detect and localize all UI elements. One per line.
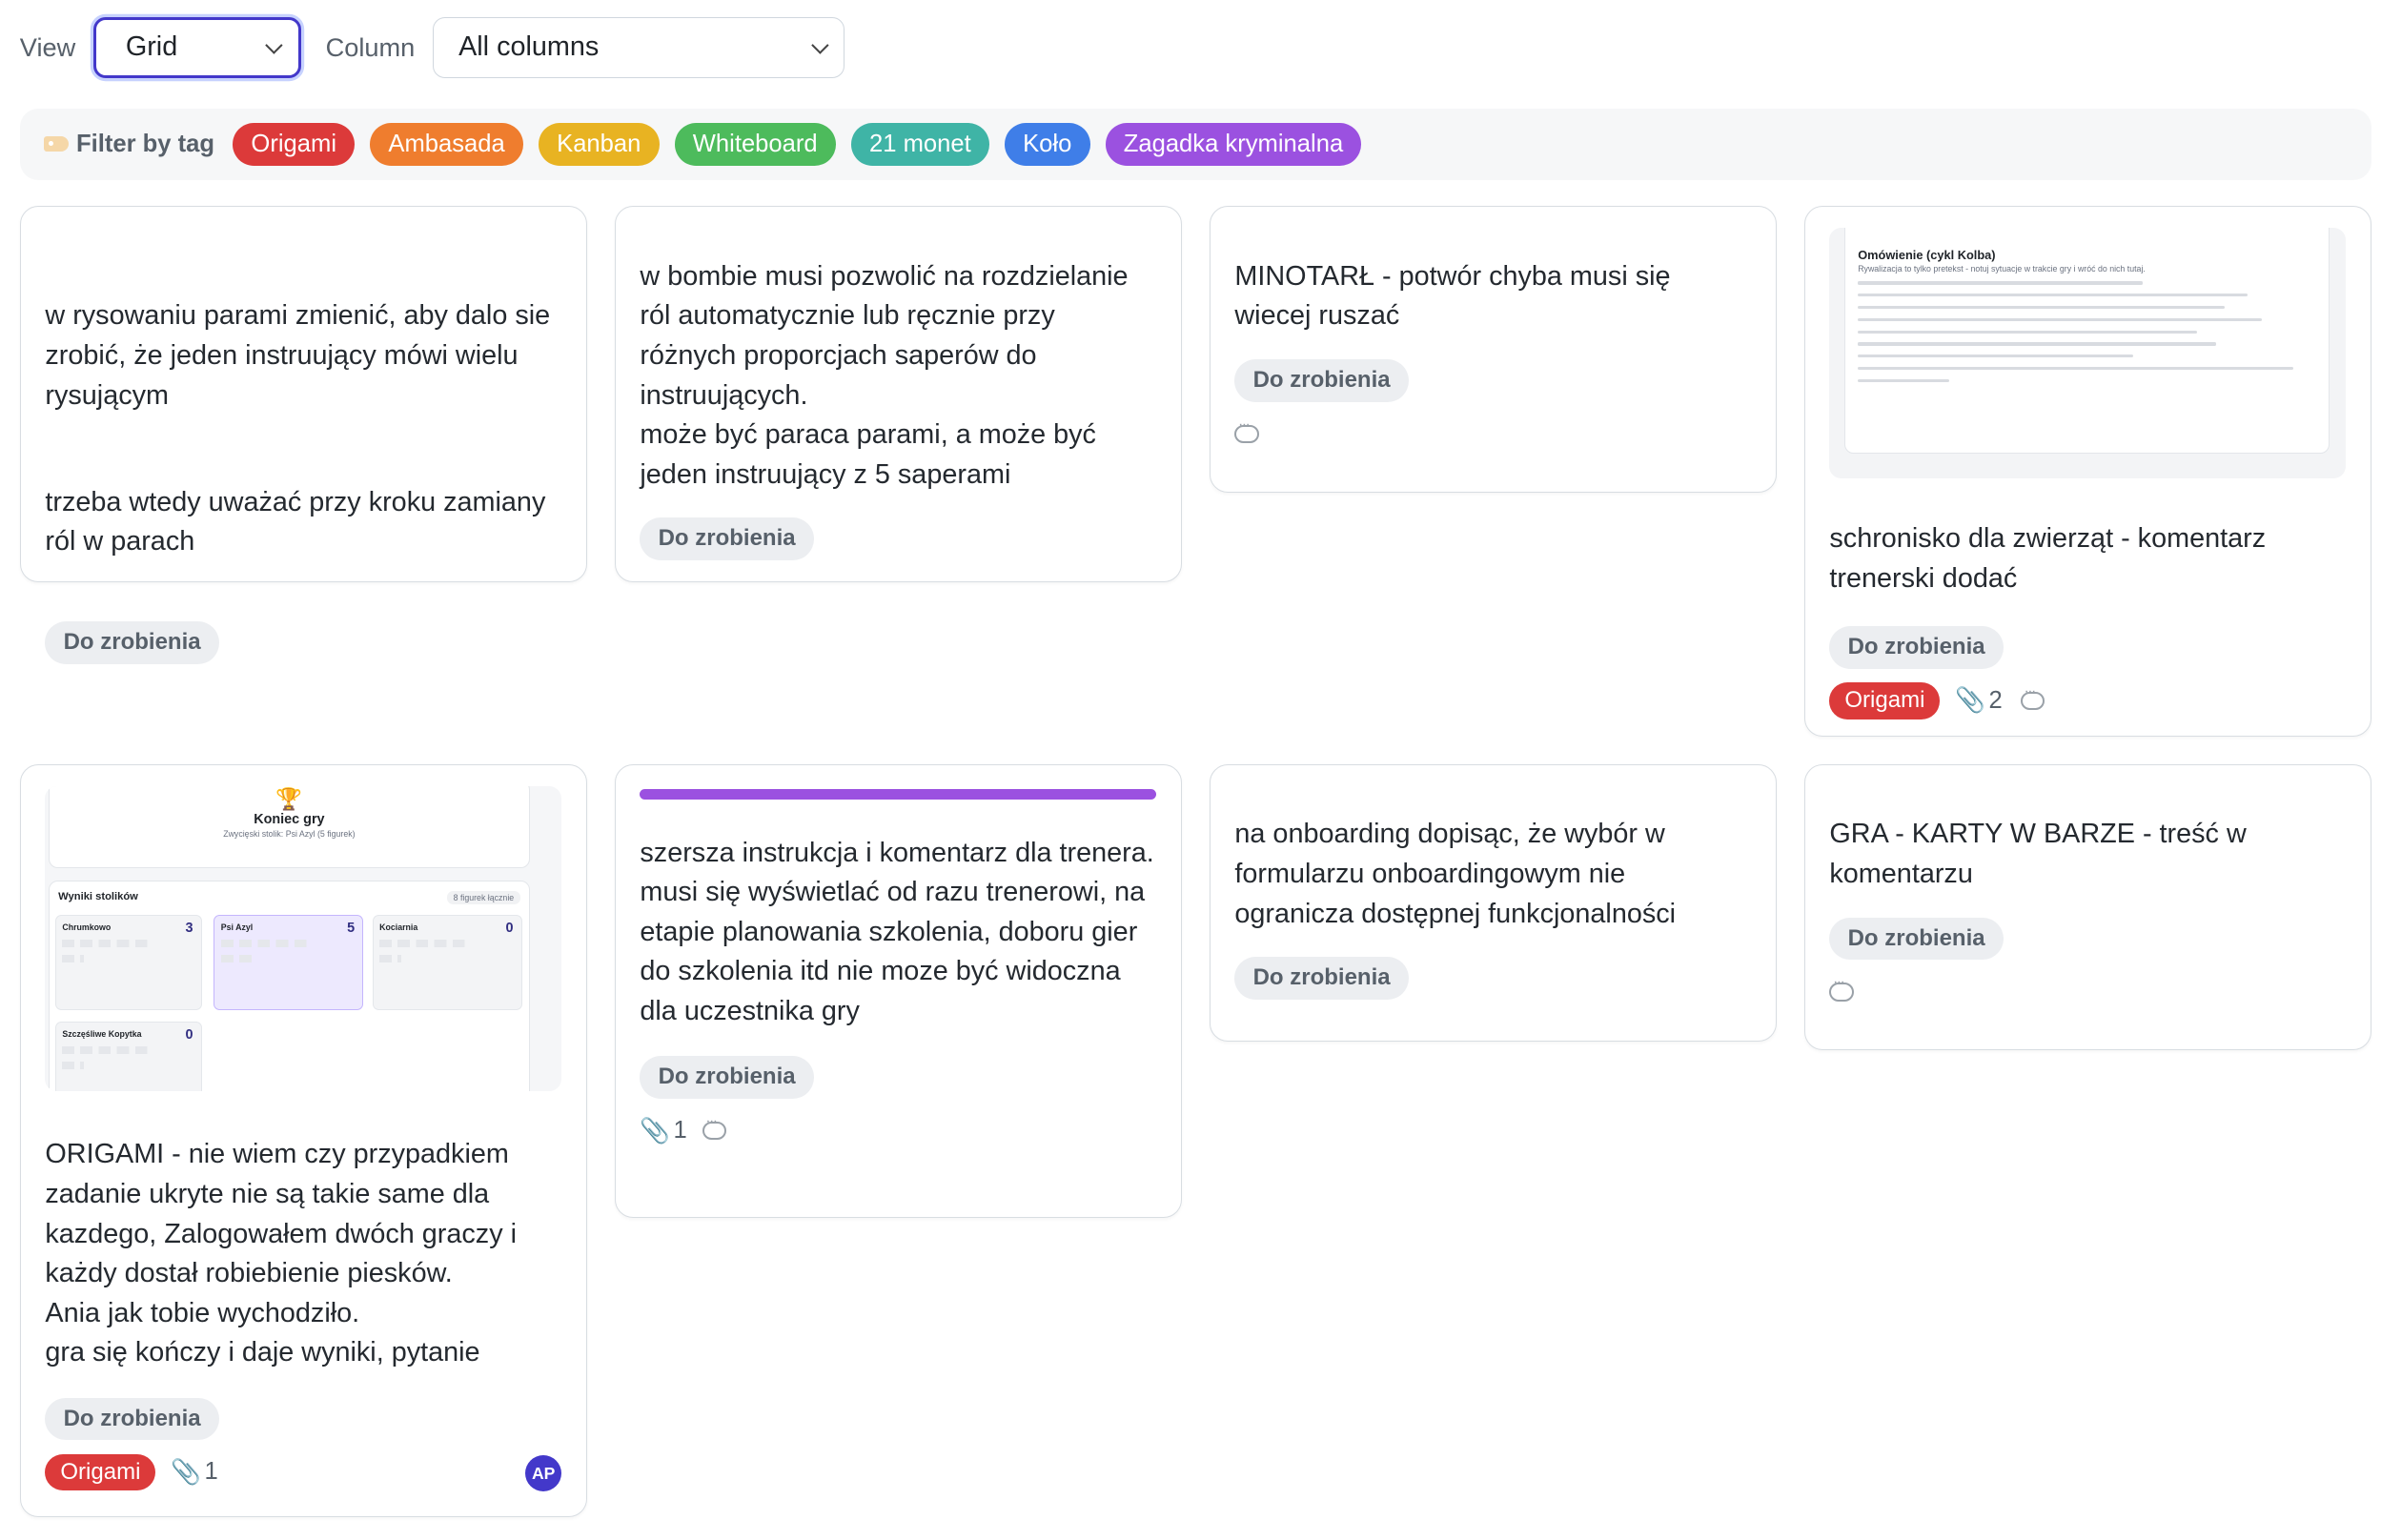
table-name: Psi Azyl <box>220 922 254 932</box>
table-result-card: Chrumkowo 3 <box>54 915 202 1010</box>
table-result-card: Kociarnia 0 <box>372 915 522 1010</box>
card-tag-origami[interactable]: Origami <box>45 1453 156 1491</box>
thumbnail-subtitle: Rywalizacja to tylko pretekst - notuj sy… <box>1858 263 2146 274</box>
thumbnail-header: 🏆 Koniec gry Zwycięski stolik: Psi Azyl … <box>48 786 531 869</box>
card-text: schronisko dla zwierząt - komentarz tren… <box>1829 522 2267 594</box>
table-name: Chrumkowo <box>62 922 112 932</box>
tag-chip-origami[interactable]: Origami <box>233 122 356 166</box>
status-badge: Do zrobienia <box>640 517 814 561</box>
column-select-value: All columns <box>458 31 600 63</box>
card-text: w bombie musi pozwolić na rozdzielanie r… <box>640 260 1129 490</box>
task-card[interactable]: Omówienie (cykl Kolba) Rywalizacja to ty… <box>1803 206 2371 737</box>
thumbnail-title: Koniec gry <box>254 811 325 827</box>
attachment-count: 1 <box>673 1117 687 1145</box>
kanban-grid-page: View Grid Column All columns Filter by t… <box>0 0 2381 1540</box>
tag-chip-whiteboard[interactable]: Whiteboard <box>674 122 836 166</box>
chevron-down-icon <box>265 35 283 54</box>
card-text: w rysowaniu parami zmienić, aby dalo sie… <box>45 257 561 602</box>
view-select[interactable]: Grid <box>93 16 302 78</box>
tag-chip-kanban[interactable]: Kanban <box>538 122 660 166</box>
card-text: GRA - KARTY W BARZE - treść w komentarzu <box>1829 819 2247 889</box>
toolbar: View Grid Column All columns <box>20 12 845 83</box>
paperclip-icon: 📎 <box>640 1117 671 1145</box>
card-text: na onboarding dopisąc, że wybór w formul… <box>1234 819 1677 929</box>
tag-chip-kolo[interactable]: Koło <box>1004 122 1090 166</box>
card-meta: 📎 1 <box>640 1111 1156 1151</box>
card-tag-origami[interactable]: Origami <box>1829 682 1941 719</box>
status-badge: Do zrobienia <box>45 621 219 664</box>
view-label: View <box>19 31 76 62</box>
tag-icon <box>44 136 69 152</box>
tag-chip-21-monet[interactable]: 21 monet <box>850 122 989 166</box>
table-score: 5 <box>347 921 356 937</box>
task-card[interactable]: na onboarding dopisąc, że wybór w formul… <box>1209 763 1777 1042</box>
task-card[interactable]: MINOTARŁ - potwór chyba musi się wiecej … <box>1209 206 1777 493</box>
table-name: Kociarnia <box>379 922 418 932</box>
comment-icon <box>1234 416 1259 443</box>
results-panel: Wyniki stolików 8 figurek łącznie Chrumk… <box>48 881 531 1091</box>
trophy-icon: 🏆 <box>275 787 303 811</box>
tag-filter-bar: Filter by tag Origami Ambasada Kanban Wh… <box>19 108 2371 180</box>
status-badge: Do zrobienia <box>640 1056 814 1099</box>
paperclip-icon: 📎 <box>1955 687 1986 715</box>
card-text: MINOTARŁ - potwór chyba musi się wiecej … <box>1234 260 1671 332</box>
filter-label-text: Filter by tag <box>75 130 215 157</box>
comment-icon <box>2020 683 2045 710</box>
paperclip-icon: 📎 <box>171 1458 202 1486</box>
task-card[interactable]: szersza instrukcja i komentarz dla trene… <box>614 763 1182 1219</box>
comment-icon <box>1829 974 1854 1002</box>
card-meta <box>1234 415 1751 455</box>
color-accent-bar <box>640 789 1157 800</box>
view-select-value: Grid <box>125 31 178 63</box>
table-name: Szczęśliwe Kopytka <box>62 1028 142 1039</box>
table-score: 0 <box>505 921 514 937</box>
thumbnail-title: Omówienie (cykl Kolba) <box>1858 247 1996 262</box>
task-card[interactable]: w bombie musi pozwolić na rozdzielanie r… <box>614 206 1182 583</box>
card-thumbnail: Omówienie (cykl Kolba) Rywalizacja to ty… <box>1829 228 2347 478</box>
card-meta: Origami 📎 2 <box>1829 681 2346 721</box>
filter-label: Filter by tag <box>44 131 214 158</box>
status-badge: Do zrobienia <box>1234 957 1409 1000</box>
column-label: Column <box>325 31 416 62</box>
card-meta: Origami 📎 1 <box>45 1452 561 1492</box>
card-text: ORIGAMI - nie wiem czy przypadkiem zadan… <box>45 1139 517 1368</box>
task-card[interactable]: 🏆 Koniec gry Zwycięski stolik: Psi Azyl … <box>19 763 587 1517</box>
card-thumbnail: 🏆 Koniec gry Zwycięski stolik: Psi Azyl … <box>45 786 562 1091</box>
table-result-card: Szczęśliwe Kopytka 0 <box>54 1022 202 1091</box>
results-badge: 8 figurek łącznie <box>447 890 520 905</box>
card-meta <box>1829 972 2346 1012</box>
attachment-count: 1 <box>204 1458 218 1486</box>
column-select[interactable]: All columns <box>433 16 845 78</box>
status-badge: Do zrobienia <box>45 1397 219 1441</box>
table-result-card: Psi Azyl 5 <box>214 915 364 1010</box>
card-text-paragraph: w rysowaniu parami zmienić, aby dalo sie… <box>45 300 551 411</box>
task-card[interactable]: GRA - KARTY W BARZE - treść w komentarzu… <box>1803 763 2371 1051</box>
chevron-down-icon <box>810 35 828 54</box>
card-text: szersza instrukcja i komentarz dla trene… <box>640 837 1154 1026</box>
thumbnail-subtitle: Zwycięski stolik: Psi Azyl (5 figurek) <box>223 828 356 839</box>
comment-icon <box>702 1113 727 1141</box>
status-badge: Do zrobienia <box>1829 917 2004 961</box>
status-badge: Do zrobienia <box>1234 358 1409 402</box>
status-badge: Do zrobienia <box>1829 625 2004 669</box>
task-card[interactable]: w rysowaniu parami zmienić, aby dalo sie… <box>19 206 587 664</box>
table-score: 3 <box>185 921 193 937</box>
table-score: 0 <box>185 1027 193 1044</box>
tag-chip-zagadka-kryminalna[interactable]: Zagadka kryminalna <box>1105 122 1362 166</box>
tag-chip-ambasada[interactable]: Ambasada <box>370 122 523 166</box>
thumbnail-panel: Omówienie (cykl Kolba) Rywalizacja to ty… <box>1844 228 2330 455</box>
attachment-count: 2 <box>1988 686 2003 714</box>
card-text-paragraph: trzeba wtedy uważać przy kroku zamiany r… <box>45 486 546 557</box>
